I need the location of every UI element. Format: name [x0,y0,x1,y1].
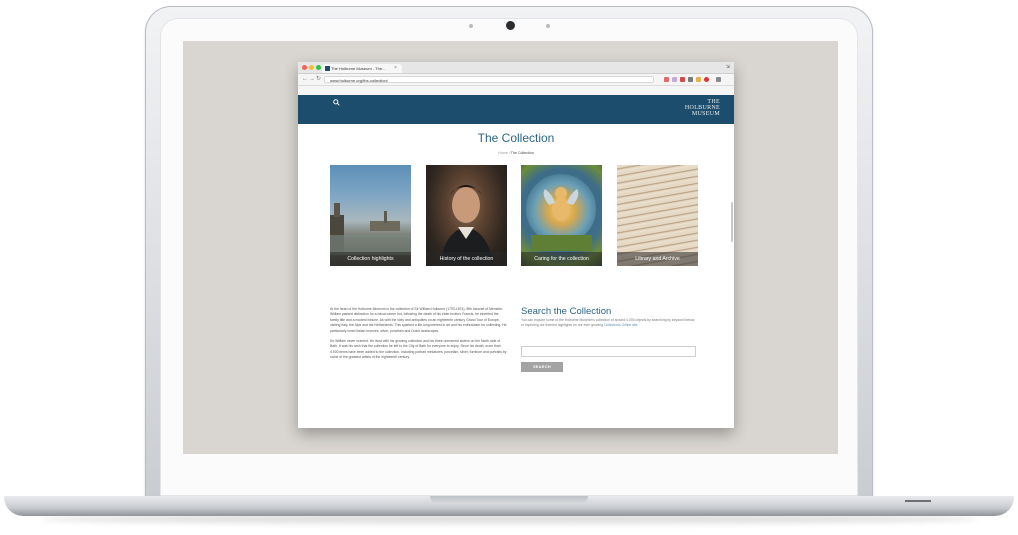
tab-title: The Holburne Museum - The... [331,66,386,71]
nav-about-us[interactable]: ABOUT US [565,125,585,129]
browser-titlebar: The Holburne Museum - The... × ⇲ [298,62,734,74]
card-collection-highlights[interactable]: Collection highlights [330,165,411,266]
nav-collection[interactable]: COLLECTION [384,125,409,129]
card-caption: Collection highlights [330,252,411,266]
painting-venice-image [330,203,411,255]
search-description: You can explore some of the Holburne Mus… [521,318,699,329]
laptop-hinge-notch [430,496,588,504]
maiolica-plate-image [521,168,602,251]
breadcrumb: Home / The Collection [298,151,734,155]
scrollbar[interactable] [731,202,733,242]
card-library-and-archive[interactable]: Library and Archive [617,165,698,266]
menu-icon[interactable] [716,77,721,82]
extension-icon[interactable] [688,77,693,82]
nav-learning[interactable]: LEARNING [424,125,444,129]
url-field[interactable]: www.holburne.org/the-collection/ [324,76,654,83]
fullscreen-icon[interactable]: ⇲ [726,63,730,72]
close-window-button[interactable] [302,65,307,70]
logo-line: MUSEUM [691,111,720,117]
intro-paragraph: At the heart of the Holburne Museum is t… [330,307,507,333]
extension-icon[interactable] [680,77,685,82]
nav-shop[interactable]: SHOP [538,125,549,129]
extension-icon[interactable] [696,77,701,82]
nav-whats-on[interactable]: WHAT'S ON [460,125,482,129]
maximize-window-button[interactable] [316,65,321,70]
nav-plan-your-visit[interactable]: PLAN YOUR VISIT [334,125,368,129]
address-bar: ← → ↻ www.holburne.org/the-collection/ [298,74,734,86]
extension-icon[interactable] [672,77,677,82]
favicon-icon [325,66,330,71]
browser-tab[interactable]: The Holburne Museum - The... [322,64,402,73]
card-caption: History of the collection [426,252,507,266]
collection-search-input[interactable] [521,346,696,357]
sensor-dot [546,24,550,28]
portrait-image [440,185,494,266]
page-title: The Collection [477,131,555,145]
card-caption: Caring for the collection [521,252,602,266]
site-header: THE HOLBURNE MUSEUM PLAN YOUR VISIT COLL… [298,95,734,129]
breadcrumb-home[interactable]: Home [498,151,508,155]
intro-text: At the heart of the Holburne Museum is t… [330,307,508,366]
intro-paragraph: Sir William never married. He lived with… [330,339,507,360]
extension-icon[interactable] [704,77,709,82]
extension-icon[interactable] [664,77,669,82]
nav-support-us[interactable]: SUPPORT US [498,125,523,129]
card-caring-for-collection[interactable]: Caring for the collection [521,165,602,266]
reload-icon[interactable]: ↻ [316,75,321,84]
back-arrow-icon[interactable]: ← [302,75,308,84]
webcam-icon [506,21,515,30]
close-tab-icon[interactable]: × [394,64,397,73]
search-heading: Search the Collection [521,306,612,317]
browser-window: The Holburne Museum - The... × ⇲ ← → ↻ w… [298,62,734,428]
card-caption: Library and Archive [617,252,698,266]
forward-arrow-icon[interactable]: → [309,75,315,84]
sensor-dot [469,24,473,28]
search-button[interactable]: SEARCH [521,362,563,372]
card-history-of-collection[interactable]: History of the collection [426,165,507,266]
search-icon[interactable] [333,99,340,106]
minimize-window-button[interactable] [309,65,314,70]
breadcrumb-separator: / [508,151,510,155]
collections-online-link[interactable]: Collections Online site [604,323,638,327]
breadcrumb-current: The Collection [510,151,534,155]
laptop-indicator [905,500,931,502]
museum-logo[interactable]: THE HOLBURNE MUSEUM [685,99,720,117]
